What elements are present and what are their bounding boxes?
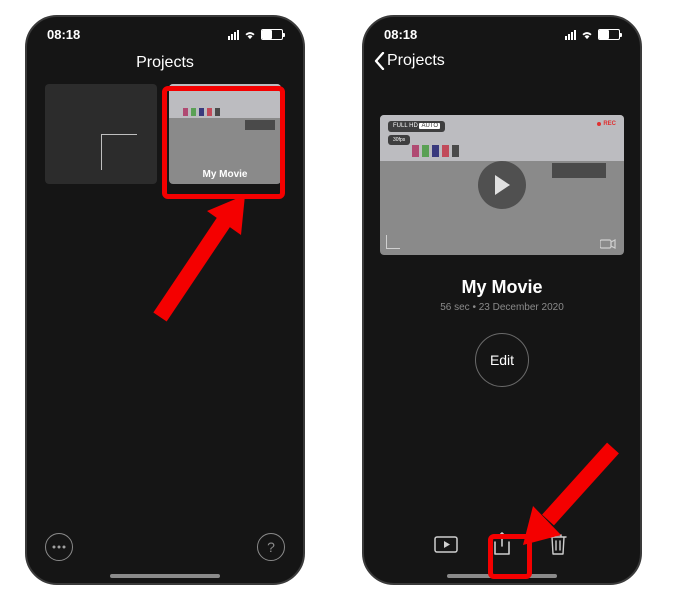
create-project-button[interactable] [45, 84, 157, 184]
play-rect-icon [434, 536, 458, 553]
annotation-arrow-share [523, 440, 623, 550]
page-title: Projects [27, 46, 303, 84]
ellipsis-icon [52, 545, 66, 549]
play-button[interactable] [478, 161, 526, 209]
hud-rec: REC [597, 121, 616, 127]
project-title: My Movie [364, 277, 640, 298]
annotation-arrow-thumbnail [145, 195, 255, 325]
battery-icon [598, 29, 620, 40]
status-bar: 08:18 [27, 17, 303, 46]
status-time: 08:18 [47, 27, 80, 42]
status-time: 08:18 [384, 27, 417, 42]
status-bar: 08:18 [364, 17, 640, 46]
signal-icon [228, 30, 239, 40]
wifi-icon [580, 30, 594, 40]
edit-label: Edit [490, 352, 514, 368]
status-indicators [228, 29, 283, 40]
hud-fps: 30fps [388, 135, 410, 145]
project-meta: 56 sec • 23 December 2020 [364, 302, 640, 313]
play-icon [492, 174, 512, 196]
home-indicator[interactable] [110, 574, 220, 578]
back-label: Projects [387, 52, 445, 70]
play-project-button[interactable] [433, 531, 459, 557]
help-button[interactable]: ? [257, 533, 285, 561]
camera-icon [600, 239, 616, 249]
battery-icon [261, 29, 283, 40]
more-button[interactable] [45, 533, 73, 561]
wifi-icon [243, 30, 257, 40]
back-button[interactable]: Projects [364, 46, 640, 80]
question-icon: ? [267, 539, 275, 555]
hud-quality: FULL HD AUTO [388, 121, 445, 132]
annotation-highlight-thumbnail [162, 86, 285, 199]
chevron-left-icon [374, 52, 385, 70]
status-indicators [565, 29, 620, 40]
signal-icon [565, 30, 576, 40]
video-preview[interactable]: FULL HD AUTO 30fps REC [380, 115, 624, 255]
edit-button[interactable]: Edit [475, 333, 529, 387]
